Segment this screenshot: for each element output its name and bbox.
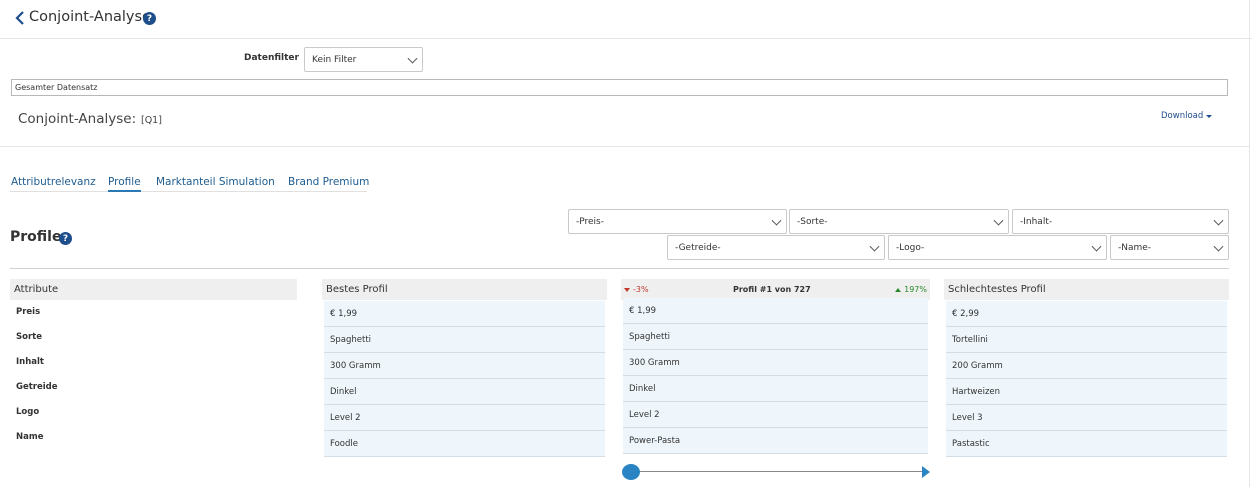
chevron-down-icon	[1213, 215, 1224, 226]
worst-profile-cell: € 2,99	[946, 301, 1227, 327]
slider-next-arrow-icon[interactable]	[922, 466, 930, 478]
delta-down-value: -3%	[633, 285, 649, 294]
attribute-label: Name	[16, 432, 44, 442]
best-profile-header: Bestes Profil	[322, 279, 607, 300]
chevron-down-icon	[771, 215, 782, 226]
help-icon[interactable]: ?	[143, 12, 156, 25]
tab-marktanteil-simulation[interactable]: Marktanteil Simulation	[156, 176, 275, 188]
data-filter-value: Kein Filter	[312, 54, 357, 65]
worst-profile-header: Schlechtestes Profil	[944, 279, 1229, 300]
delta-up: 197%	[895, 285, 927, 294]
attribute-label: Preis	[16, 307, 41, 317]
worst-profile-cell: Pastastic	[946, 431, 1227, 457]
inhalt-dropdown[interactable]: -Inhalt-	[1012, 209, 1229, 234]
best-profile-cell: Foodle	[324, 431, 605, 457]
preis-dropdown[interactable]: -Preis-	[568, 209, 787, 234]
getreide-dropdown-label: -Getreide-	[675, 242, 721, 253]
worst-profile-cell: Hartweizen	[946, 379, 1227, 405]
worst-profile-cell: Tortellini	[946, 327, 1227, 353]
best-profile-cell: € 1,99	[324, 301, 605, 327]
delta-up-value: 197%	[904, 285, 927, 294]
name-dropdown-label: -Name-	[1118, 242, 1152, 253]
data-filter-label: Datenfilter	[244, 53, 299, 63]
worst-profile-cell: Level 3	[946, 405, 1227, 431]
attribute-label: Sorte	[16, 332, 42, 342]
logo-dropdown[interactable]: -Logo-	[888, 235, 1107, 260]
chevron-down-icon	[407, 53, 418, 64]
section-divider	[0, 146, 1249, 147]
chevron-down-icon	[993, 215, 1004, 226]
current-profile-cell: Dinkel	[623, 376, 928, 402]
attribute-label: Logo	[16, 407, 40, 417]
profile-help-icon[interactable]: ?	[59, 232, 72, 245]
best-profile-cell: 300 Gramm	[324, 353, 605, 379]
inhalt-dropdown-label: -Inhalt-	[1020, 216, 1053, 227]
preis-dropdown-label: -Preis-	[576, 216, 604, 227]
attribute-label: Inhalt	[16, 357, 44, 367]
attribute-column-header: Attribute	[10, 279, 297, 300]
arrow-down-icon	[624, 287, 630, 292]
best-profile-cell: Spaghetti	[324, 327, 605, 353]
attribute-label: Getreide	[16, 382, 58, 392]
data-filter-select[interactable]: Kein Filter	[304, 47, 423, 72]
current-profile-header: -3% Profil #1 von 727 197%	[621, 279, 930, 300]
profile-divider	[10, 268, 1229, 269]
sorte-dropdown-label: -Sorte-	[797, 216, 828, 227]
tab-attributrelevanz[interactable]: Attributrelevanz	[11, 176, 96, 188]
header-bar	[0, 0, 1252, 39]
current-profile-cell: € 1,99	[623, 298, 928, 324]
download-button[interactable]: Download	[1161, 111, 1213, 121]
profile-heading: Profile	[10, 229, 62, 245]
analysis-question-id: [Q1]	[141, 115, 162, 126]
sorte-dropdown[interactable]: -Sorte-	[789, 209, 1009, 234]
current-profile-cell: Level 2	[623, 402, 928, 428]
logo-dropdown-label: -Logo-	[896, 242, 925, 253]
arrow-up-icon	[895, 287, 902, 292]
profile-slider-thumb[interactable]	[622, 464, 640, 480]
best-profile-cell: Level 2	[324, 405, 605, 431]
profile-slider-track[interactable]	[631, 471, 924, 472]
current-profile-cell: Power-Pasta	[623, 428, 928, 454]
download-label: Download	[1161, 111, 1204, 121]
current-profile-title: Profil #1 von 727	[732, 285, 811, 294]
page-title: Conjoint-Analyse	[29, 9, 151, 25]
back-chevron-icon[interactable]	[14, 10, 26, 26]
worst-profile-cell: 200 Gramm	[946, 353, 1227, 379]
analysis-title: Conjoint-Analyse:	[18, 111, 137, 127]
chevron-down-icon	[1091, 241, 1102, 252]
getreide-dropdown[interactable]: -Getreide-	[667, 235, 885, 260]
name-dropdown[interactable]: -Name-	[1110, 235, 1229, 260]
current-profile-column: € 1,99 Spaghetti 300 Gramm Dinkel Level …	[623, 298, 928, 454]
best-profile-cell: Dinkel	[324, 379, 605, 405]
best-profile-column: € 1,99 Spaghetti 300 Gramm Dinkel Level …	[324, 301, 605, 457]
caret-down-icon	[1206, 114, 1213, 118]
dataset-field[interactable]: Gesamter Datensatz	[11, 79, 1228, 96]
worst-profile-column: € 2,99 Tortellini 200 Gramm Hartweizen L…	[946, 301, 1227, 457]
tab-profile[interactable]: Profile	[108, 176, 141, 192]
right-divider	[1249, 0, 1250, 487]
current-profile-cell: 300 Gramm	[623, 350, 928, 376]
chevron-down-icon	[1213, 241, 1224, 252]
tab-brand-premium[interactable]: Brand Premium	[288, 176, 369, 188]
chevron-down-icon	[869, 241, 880, 252]
delta-down: -3%	[624, 285, 649, 294]
current-profile-cell: Spaghetti	[623, 324, 928, 350]
tabs-divider	[10, 191, 367, 192]
